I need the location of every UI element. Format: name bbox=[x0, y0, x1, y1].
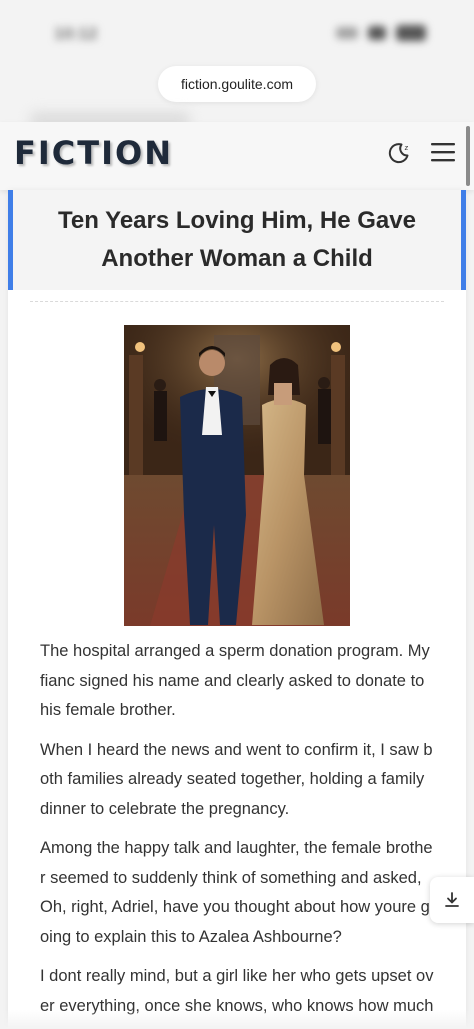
signal-icon bbox=[336, 26, 358, 39]
status-icons bbox=[336, 24, 432, 44]
site-logo[interactable]: FICTION bbox=[14, 134, 173, 172]
divider bbox=[30, 301, 444, 302]
status-bar: 10:12 bbox=[0, 0, 474, 70]
status-time: 10:12 bbox=[54, 24, 98, 43]
paragraph: When I heard the news and went to confir… bbox=[40, 740, 433, 818]
paragraph: The hospital arranged a sperm donation p… bbox=[40, 642, 430, 719]
wifi-icon bbox=[368, 25, 386, 40]
moon-icon[interactable]: z bbox=[386, 140, 412, 166]
title-box: Ten Years Loving Him, He Gave Another Wo… bbox=[8, 190, 466, 290]
battery-icon bbox=[396, 24, 426, 41]
article-title: Ten Years Loving Him, He Gave Another Wo… bbox=[58, 207, 416, 272]
menu-icon[interactable] bbox=[430, 140, 456, 164]
download-button[interactable] bbox=[430, 877, 474, 923]
article-body: The hospital arranged a sperm donation p… bbox=[40, 637, 434, 1029]
download-icon bbox=[445, 892, 459, 907]
svg-text:z: z bbox=[405, 144, 409, 152]
paragraph: Among the happy talk and laughter, the f… bbox=[40, 839, 433, 946]
bottom-fade bbox=[0, 1010, 474, 1029]
url-bar[interactable]: fiction.goulite.com bbox=[158, 66, 316, 102]
cover-image bbox=[124, 325, 350, 626]
scrollbar[interactable] bbox=[466, 126, 470, 186]
article-card: Ten Years Loving Him, He Gave Another Wo… bbox=[8, 190, 466, 1029]
